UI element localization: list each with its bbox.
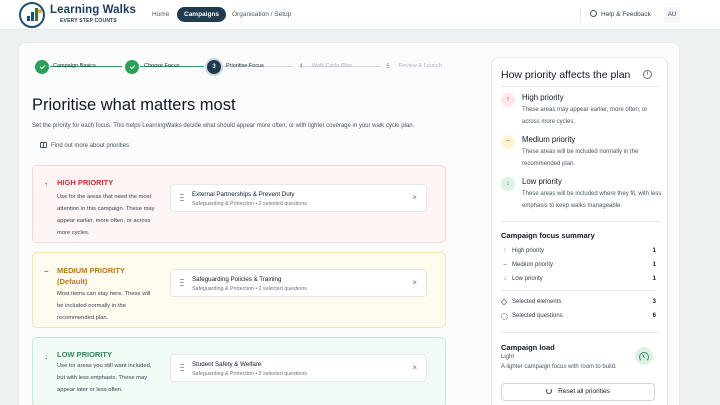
top-nav: Learning Walks EVERY STEP COUNTS Home Ca… <box>0 0 720 30</box>
panel-medium-description: These areas will be included normally in… <box>522 149 639 167</box>
page-title: Prioritise what matters most <box>32 96 236 114</box>
summary-questions-row: Selected questions 6 <box>501 312 656 322</box>
step-label: Campaign Basics <box>53 63 96 69</box>
check-icon <box>35 60 49 74</box>
layers-icon <box>500 298 508 306</box>
step-number: 5 <box>386 64 390 70</box>
focus-item-title: Safeguarding Policies & Training <box>192 276 282 283</box>
campaign-load-description: A lighter campaign focus with room to bu… <box>501 364 617 370</box>
summary-value: 3 <box>652 299 656 305</box>
priority-info-panel: How priority affects the plan i ↑ High p… <box>491 57 668 405</box>
drag-handle-icon[interactable] <box>180 279 184 287</box>
focus-item-safeguarding-policies[interactable]: Safeguarding Policies & Training Safegua… <box>170 269 427 297</box>
summary-elements-row: Selected elements 3 <box>500 298 656 308</box>
campaign-load-title: Campaign load <box>501 343 555 352</box>
info-icon[interactable]: i <box>643 70 652 79</box>
brand-subtitle: EVERY STEP COUNTS <box>60 18 117 24</box>
drag-handle-icon[interactable] <box>180 194 184 202</box>
step-label: Walk Cycle Plan <box>312 63 352 69</box>
panel-title: How priority affects the plan <box>501 69 631 81</box>
panel-low-title: Low priority <box>522 177 562 186</box>
medium-priority-title: MEDIUM PRIORITY (Default) <box>57 266 125 286</box>
focus-item-title: Student Safety & Welfare <box>192 361 262 368</box>
find-out-more-link[interactable]: Find out more about priorities <box>40 142 129 149</box>
close-icon[interactable]: × <box>412 363 417 373</box>
summary-low-row: ↓ Low priority 1 <box>501 275 656 285</box>
reset-label: Reset all priorities <box>558 388 610 395</box>
nav-divider <box>580 8 581 22</box>
summary-label: High priority <box>512 248 545 254</box>
summary-label: Selected questions <box>512 313 563 319</box>
find-out-label: Find out more about priorities <box>51 143 130 149</box>
divider <box>501 332 660 333</box>
arrow-down-icon: ↓ <box>501 177 515 191</box>
summary-value: 1 <box>652 262 656 268</box>
close-icon[interactable]: × <box>412 278 417 288</box>
dash-icon: – <box>501 135 515 149</box>
panel-high-description: These areas may appear earlier, more oft… <box>522 107 648 125</box>
close-icon[interactable]: × <box>412 193 417 203</box>
panel-high-title: High priority <box>522 93 564 102</box>
summary-label: Medium priority <box>512 262 554 268</box>
gauge-icon <box>635 347 653 365</box>
focus-item-student-safety[interactable]: Student Safety & Welfare Safeguarding & … <box>170 354 427 382</box>
focus-item-subtitle: Safeguarding & Protection • 2 selected q… <box>192 286 307 292</box>
summary-label: Low priority <box>512 276 543 282</box>
summary-high-row: ↑ High priority 1 <box>501 247 656 257</box>
nav-home[interactable]: Home <box>152 8 169 22</box>
user-avatar[interactable]: AU <box>664 7 680 23</box>
nav-organisation-setup[interactable]: Organisation / Setup <box>232 8 291 22</box>
low-priority-zone[interactable]: ↓ LOW PRIORITY Use for areas you still w… <box>32 337 446 405</box>
dash-icon: – <box>503 261 507 268</box>
summary-title: Campaign focus summary <box>501 231 595 240</box>
arrow-up-icon: ↑ <box>503 247 507 254</box>
step-number: 4 <box>299 64 303 70</box>
high-priority-title: HIGH PRIORITY <box>57 178 114 187</box>
nav-campaigns[interactable]: Campaigns <box>177 7 227 22</box>
divider <box>501 86 660 87</box>
summary-value: 6 <box>652 313 656 319</box>
page-description: Set the priority for each focus. This he… <box>32 123 415 129</box>
step-label: Choose Focus <box>144 63 180 69</box>
arrow-up-icon: ↑ <box>44 180 48 189</box>
focus-item-title: External Partnerships & Prevent Duty <box>192 191 295 198</box>
step-label: Prioritise Focus <box>226 63 264 69</box>
low-priority-title: LOW PRIORITY <box>57 350 112 359</box>
summary-value: 1 <box>652 248 656 254</box>
check-icon <box>125 60 139 74</box>
gear-icon <box>501 313 508 320</box>
book-icon <box>40 142 47 148</box>
dash-icon: – <box>44 267 49 276</box>
arrow-down-icon: ↓ <box>503 275 507 282</box>
medium-priority-description: Most items can stay here. These will be … <box>57 291 151 321</box>
focus-item-subtitle: Safeguarding & Protection • 2 selected q… <box>192 371 307 377</box>
help-label: Help & Feedback <box>601 11 651 18</box>
step-label: Review & Launch <box>399 63 442 69</box>
panel-medium-title: Medium priority <box>522 135 576 144</box>
reset-icon <box>546 388 553 394</box>
summary-medium-row: – Medium priority 1 <box>501 261 656 271</box>
focus-item-external-partnerships[interactable]: External Partnerships & Prevent Duty Saf… <box>170 184 427 212</box>
focus-item-subtitle: Safeguarding & Protection • 2 selected q… <box>192 201 307 207</box>
medium-priority-zone[interactable]: – MEDIUM PRIORITY (Default) Most items c… <box>32 252 446 328</box>
help-feedback-link[interactable]: Help & Feedback <box>590 8 651 22</box>
arrow-down-icon: ↓ <box>44 352 48 361</box>
drag-handle-icon[interactable] <box>180 364 184 372</box>
panel-low-description: These areas will be included where they … <box>522 191 662 209</box>
high-priority-description: Use for the areas that need the most att… <box>57 194 155 236</box>
divider <box>501 221 660 222</box>
campaign-load-level: Light <box>501 354 515 360</box>
learning-walks-logo[interactable] <box>19 2 45 28</box>
reset-all-priorities-button[interactable]: Reset all priorities <box>501 383 655 401</box>
high-priority-zone[interactable]: ↑ HIGH PRIORITY Use for the areas that n… <box>32 165 446 243</box>
summary-label: Selected elements <box>512 299 562 305</box>
divider <box>501 290 656 291</box>
brand-title: Learning Walks <box>50 4 136 16</box>
help-icon <box>590 10 597 17</box>
arrow-up-icon: ↑ <box>501 93 515 107</box>
step-number: 3 <box>207 60 221 74</box>
low-priority-description: Use for areas you still want included, b… <box>57 363 152 393</box>
summary-value: 1 <box>652 276 656 282</box>
